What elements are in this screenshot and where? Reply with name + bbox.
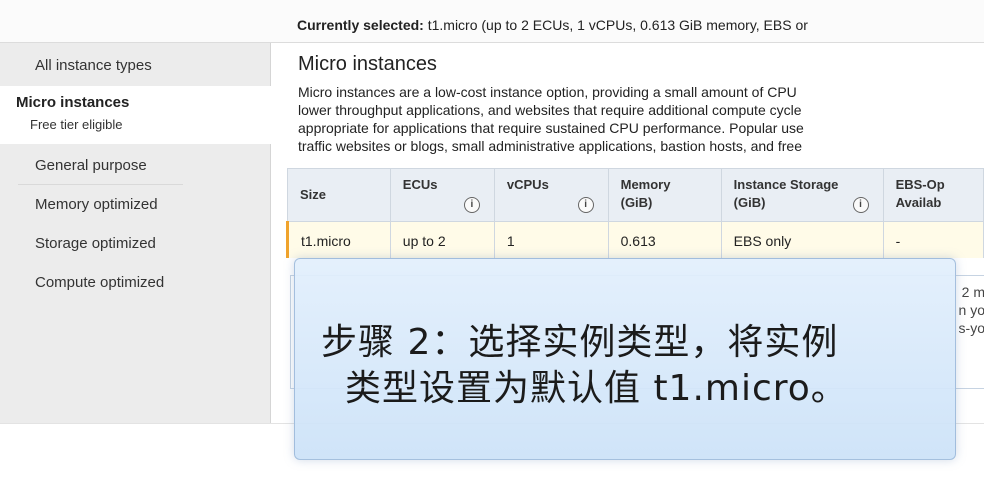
description-line: appropriate for applications that requir… xyxy=(298,120,804,136)
column-header-label: ECUs xyxy=(402,177,438,192)
section-description: Micro instances are a low-cost instance … xyxy=(298,83,984,155)
sidebar-item-label: Micro instances xyxy=(16,94,130,111)
instance-family-sidebar: All instance types Micro instances Free … xyxy=(0,43,271,423)
current-selection-bar: Currently selected: t1.micro (up to 2 EC… xyxy=(0,0,984,43)
instance-type-table-wrap: Size ECUs i vCPUs i Memory (GiB) Instanc… xyxy=(286,168,984,258)
cell-vcpus: 1 xyxy=(493,221,609,258)
column-header-ebs-optimized[interactable]: EBS-Op Availab xyxy=(882,168,984,222)
cell-instance-storage: EBS only xyxy=(720,221,884,258)
ec2-launch-wizard: Currently selected: t1.micro (up to 2 EC… xyxy=(0,0,984,477)
column-header-label: EBS-Op xyxy=(895,177,945,192)
info-icon[interactable]: i xyxy=(463,197,480,213)
instance-type-table: Size ECUs i vCPUs i Memory (GiB) Instanc… xyxy=(286,168,984,258)
cell-ecus: up to 2 xyxy=(389,221,495,258)
current-selection-label: Currently selected: xyxy=(297,17,424,33)
sidebar-item-label: Storage optimized xyxy=(35,235,156,252)
sidebar-item-compute-optimized[interactable]: Compute optimized xyxy=(0,274,270,296)
sidebar-item-label: General purpose xyxy=(35,157,147,174)
hidden-notice-text: n yo xyxy=(958,302,984,318)
caption-line: 步骤 2：选择实例类型，将实例 xyxy=(321,322,839,363)
column-header-label: Memory xyxy=(620,177,671,192)
column-header-memory[interactable]: Memory (GiB) xyxy=(607,168,722,222)
sidebar-divider xyxy=(18,184,183,185)
cell-memory: 0.613 xyxy=(607,221,722,258)
column-header-unit: (GiB) xyxy=(733,195,766,210)
column-header-size[interactable]: Size xyxy=(287,168,391,222)
hidden-notice-text: 2 m xyxy=(961,284,984,300)
info-icon[interactable]: i xyxy=(852,197,869,213)
sidebar-item-micro-instances[interactable]: Micro instances Free tier eligible xyxy=(0,86,271,144)
section-title: Micro instances xyxy=(298,53,437,75)
table-row[interactable]: t1.micro up to 2 1 0.613 EBS only - xyxy=(286,221,984,258)
sidebar-item-label: All instance types xyxy=(35,57,152,74)
cell-size: t1.micro xyxy=(286,221,391,258)
current-selection-text: Currently selected: t1.micro (up to 2 EC… xyxy=(297,17,808,33)
info-icon[interactable]: i xyxy=(577,197,594,213)
description-line: lower throughput applications, and websi… xyxy=(298,102,802,118)
description-line: traffic websites or blogs, small adminis… xyxy=(298,138,802,154)
column-header-unit: (GiB) xyxy=(620,195,653,210)
sidebar-item-memory-optimized[interactable]: Memory optimized xyxy=(0,196,270,218)
column-header-label: Size xyxy=(300,187,327,202)
free-tier-eligible-label: Free tier eligible xyxy=(30,117,123,132)
sidebar-item-label: Memory optimized xyxy=(35,196,158,213)
column-header-unit: Availab xyxy=(895,195,942,210)
sidebar-item-all-instance-types[interactable]: All instance types xyxy=(0,57,270,79)
column-header-label: Instance Storage xyxy=(733,177,839,192)
tutorial-caption: 步骤 2：选择实例类型，将实例 类型设置为默认值 t1.micro。 xyxy=(294,258,956,460)
hidden-notice-text: s-yo xyxy=(958,320,984,336)
column-header-ecus[interactable]: ECUs i xyxy=(389,168,495,222)
description-line: Micro instances are a low-cost instance … xyxy=(298,84,797,100)
sidebar-item-storage-optimized[interactable]: Storage optimized xyxy=(0,235,270,257)
caption-line: 类型设置为默认值 t1.micro。 xyxy=(345,368,848,409)
table-header-row: Size ECUs i vCPUs i Memory (GiB) Instanc… xyxy=(287,168,984,222)
current-selection-value: t1.micro (up to 2 ECUs, 1 vCPUs, 0.613 G… xyxy=(427,17,808,33)
column-header-label: vCPUs xyxy=(506,177,549,192)
column-header-instance-storage[interactable]: Instance Storage (GiB) i xyxy=(720,168,884,222)
sidebar-item-label: Compute optimized xyxy=(35,274,165,291)
sidebar-item-general-purpose[interactable]: General purpose xyxy=(0,157,270,179)
column-header-vcpus[interactable]: vCPUs i xyxy=(493,168,609,222)
cell-ebs-optimized: - xyxy=(882,221,984,258)
